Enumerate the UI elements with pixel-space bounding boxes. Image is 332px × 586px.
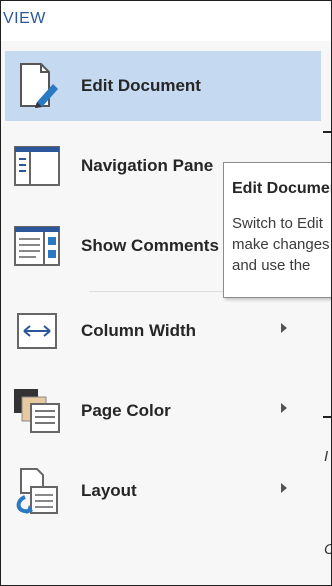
layout-icon bbox=[9, 463, 65, 519]
document-edge-text: C bbox=[324, 541, 331, 558]
document-edge-line bbox=[323, 416, 331, 418]
edit-document-tooltip: Edit Document Switch to Edit make change… bbox=[223, 162, 331, 298]
menu-item-layout[interactable]: Layout bbox=[5, 456, 321, 526]
menu-item-label: Navigation Pane bbox=[81, 156, 214, 175]
ribbon-tab-view[interactable]: VIEW bbox=[1, 1, 331, 41]
tooltip-line: make changes bbox=[232, 236, 330, 253]
menu-item-column-width[interactable]: Column Width bbox=[5, 296, 321, 366]
view-menu: Edit Document Navigation Pane Show Comme… bbox=[1, 41, 331, 585]
submenu-arrow-icon bbox=[281, 403, 287, 413]
column-width-icon bbox=[9, 303, 65, 359]
menu-item-label: Show Comments bbox=[81, 236, 219, 255]
ribbon-tab-label: VIEW bbox=[3, 10, 46, 27]
tooltip-title: Edit Document bbox=[232, 180, 331, 197]
window-frame: VIEW Edit Document Navigation Pane Show … bbox=[0, 0, 332, 586]
menu-item-label: Column Width bbox=[81, 321, 197, 340]
menu-item-edit-document[interactable]: Edit Document bbox=[5, 51, 321, 121]
menu-item-label: Layout bbox=[81, 481, 137, 500]
show-comments-icon bbox=[9, 218, 65, 274]
menu-item-page-color[interactable]: Page Color bbox=[5, 376, 321, 446]
menu-item-label: Page Color bbox=[81, 401, 171, 420]
submenu-arrow-icon bbox=[281, 483, 287, 493]
tooltip-line: Switch to Edit bbox=[232, 215, 323, 232]
page-color-icon bbox=[9, 383, 65, 439]
edit-document-icon bbox=[9, 58, 65, 114]
submenu-arrow-icon bbox=[281, 323, 287, 333]
menu-item-label: Edit Document bbox=[81, 76, 201, 95]
document-edge-text: I bbox=[324, 448, 329, 465]
document-edge-line bbox=[323, 131, 331, 133]
navigation-pane-icon bbox=[9, 138, 65, 194]
tooltip-line: and use the bbox=[232, 257, 311, 274]
